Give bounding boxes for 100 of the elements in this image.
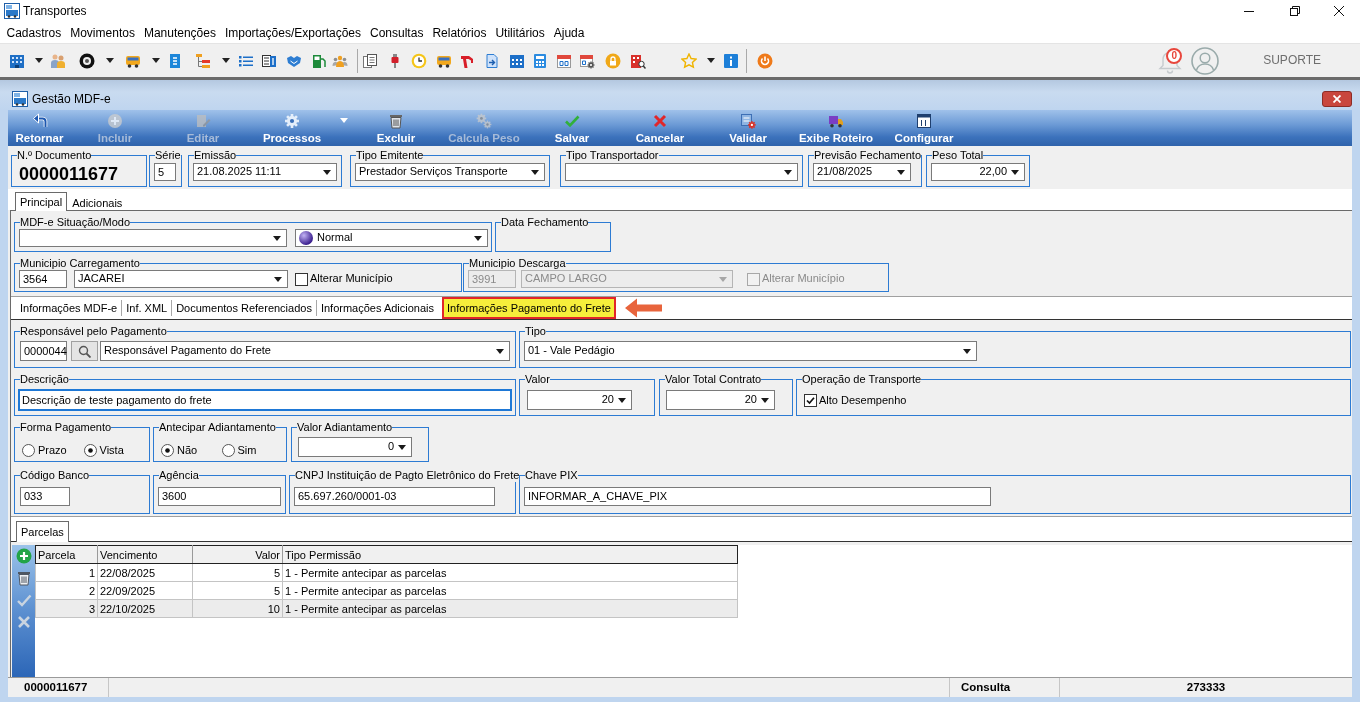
checkbox-label: Alterar Município xyxy=(310,272,393,286)
dropdown-field[interactable] xyxy=(19,229,287,247)
toolbar-button[interactable]: Retornar xyxy=(8,110,71,146)
radio-button[interactable] xyxy=(161,444,174,458)
power-icon[interactable] xyxy=(757,52,773,69)
table-cell: 5 xyxy=(192,563,283,582)
calendar-icon[interactable] xyxy=(509,52,525,69)
menu-item[interactable]: Cadastros xyxy=(2,24,66,41)
caret-icon xyxy=(398,444,406,450)
menu-item[interactable]: Consultas xyxy=(365,24,428,41)
notification-count: 0 xyxy=(1166,47,1183,64)
building-search-icon[interactable] xyxy=(630,52,646,69)
checkbox-label: Alto Desempenho xyxy=(819,394,907,408)
table-cell: 1 - Permite antecipar as parcelas xyxy=(282,581,738,600)
tab[interactable]: Inf. XML xyxy=(121,300,172,316)
calendar-gear-icon[interactable] xyxy=(579,52,595,69)
toolbar-button[interactable]: Excluir xyxy=(352,110,440,146)
dropdown-field[interactable]: 20 xyxy=(666,390,775,410)
tab[interactable]: Informações Pagamento do Frete xyxy=(442,297,616,319)
dropdown-field[interactable] xyxy=(565,163,798,181)
tab[interactable]: Parcelas xyxy=(16,521,69,542)
text-field[interactable]: 65.697.260/0001-03 xyxy=(294,487,495,506)
toolbar-button[interactable]: Cancelar xyxy=(616,110,704,146)
toolbar-button[interactable]: Exibe Roteiro xyxy=(792,110,880,146)
window-icon xyxy=(916,113,932,129)
menu-item[interactable]: Importações/Exportações xyxy=(220,24,366,41)
star-icon[interactable] xyxy=(681,52,697,69)
status-text: Consulta xyxy=(950,678,1060,697)
toolbar-button[interactable]: Configurar xyxy=(880,110,968,146)
dropdown-field[interactable]: 22,00 xyxy=(931,163,1025,181)
gears-icon xyxy=(476,113,492,129)
dropdown-field[interactable]: 21.08.2025 11:11 xyxy=(193,163,337,181)
check-icon xyxy=(564,113,580,129)
tab[interactable]: Documentos Referenciados xyxy=(171,300,316,316)
caret-icon[interactable] xyxy=(706,58,715,63)
tab[interactable]: Informações Adicionais xyxy=(315,300,439,316)
text-field[interactable]: 0000044 xyxy=(20,341,67,361)
plus-circle-icon[interactable] xyxy=(15,548,32,564)
group-label: Valor Total Contrato xyxy=(665,372,762,386)
text-field[interactable]: 3600 xyxy=(158,487,281,506)
group-label: MDF-e Situação/Modo xyxy=(20,215,131,229)
trash-icon[interactable] xyxy=(15,570,32,586)
document-gear-icon xyxy=(740,113,756,129)
dropdown-field[interactable]: Normal xyxy=(295,229,488,247)
app-icon xyxy=(4,3,20,19)
text-field[interactable]: 3564 xyxy=(19,270,67,288)
dropdown-field[interactable]: 0 xyxy=(298,437,412,457)
truck-icon xyxy=(828,113,844,129)
money-document-icon[interactable] xyxy=(261,52,277,69)
close-button[interactable] xyxy=(1322,91,1352,107)
caret-icon xyxy=(761,397,769,403)
menu-item[interactable]: Movimentos xyxy=(65,24,140,41)
tab[interactable]: Adicionais xyxy=(67,193,128,211)
menu-item[interactable]: Ajuda xyxy=(549,24,589,41)
toolbar-button[interactable]: Validar xyxy=(704,110,792,146)
info-icon[interactable] xyxy=(723,52,739,69)
toolbar-button[interactable]: Processos xyxy=(247,110,352,146)
dropdown-field[interactable]: Prestador Serviços Transporte xyxy=(355,163,545,181)
table-cell: 1 - Permite antecipar as parcelas xyxy=(282,563,738,582)
dropdown-field[interactable]: 20 xyxy=(527,390,632,410)
group-label: Código Banco xyxy=(20,468,90,482)
table-row[interactable]: 1 22/08/2025 5 1 - Permite antecipar as parcelas xyxy=(35,563,738,582)
caret-icon[interactable] xyxy=(34,58,43,63)
tab[interactable]: Informações MDF-e xyxy=(16,300,122,316)
documents-icon[interactable] xyxy=(362,52,378,69)
dropdown-field[interactable]: Responsável Pagamento do Frete xyxy=(100,341,510,361)
radio-button[interactable] xyxy=(83,444,97,458)
caret-icon[interactable] xyxy=(151,58,160,63)
text-field[interactable]: 033 xyxy=(20,487,70,506)
building-icon[interactable] xyxy=(9,52,25,69)
search-button[interactable] xyxy=(71,341,98,361)
dropdown-field[interactable]: 01 - Vale Pedágio xyxy=(524,341,977,361)
calendar-icon[interactable] xyxy=(556,52,572,69)
text-field[interactable]: Descrição de teste pagamento do frete xyxy=(18,389,512,411)
tire-icon[interactable] xyxy=(79,52,95,69)
hierarchy-icon[interactable] xyxy=(195,52,211,69)
caret-icon[interactable] xyxy=(221,58,230,63)
fuel-pump-icon[interactable] xyxy=(311,52,327,69)
radio-button[interactable] xyxy=(22,444,35,458)
checkbox[interactable] xyxy=(804,394,817,408)
checkbox[interactable] xyxy=(295,272,308,286)
toolbar-button[interactable]: Salvar xyxy=(528,110,616,146)
file-arrow-icon[interactable] xyxy=(484,52,500,69)
user-name: SUPORTE xyxy=(1263,53,1321,68)
dropdown-field[interactable]: JACAREI xyxy=(74,270,288,288)
radio-button[interactable] xyxy=(221,444,235,458)
text-field[interactable]: INFORMAR_A_CHAVE_PIX xyxy=(524,487,991,506)
tab[interactable]: Principal xyxy=(15,192,68,211)
menu-item[interactable]: Manutenções xyxy=(139,24,221,41)
text-field[interactable]: 5 xyxy=(154,163,176,181)
clock-icon[interactable] xyxy=(411,52,427,69)
table-row[interactable]: 3 22/10/2025 10 1 - Permite antecipar as parcelas xyxy=(35,599,738,618)
dropdown-field[interactable]: 21/08/2025 xyxy=(813,163,911,181)
table-row[interactable]: 2 22/09/2025 5 1 - Permite antecipar as parcelas xyxy=(35,581,738,600)
menu-item[interactable]: Utilitários xyxy=(490,24,550,41)
document-icon[interactable] xyxy=(167,52,183,69)
calculator-icon[interactable] xyxy=(532,52,548,69)
menu-item[interactable]: Relatórios xyxy=(427,24,491,41)
group-label: Descrição xyxy=(20,372,69,386)
caret-icon[interactable] xyxy=(105,58,114,63)
